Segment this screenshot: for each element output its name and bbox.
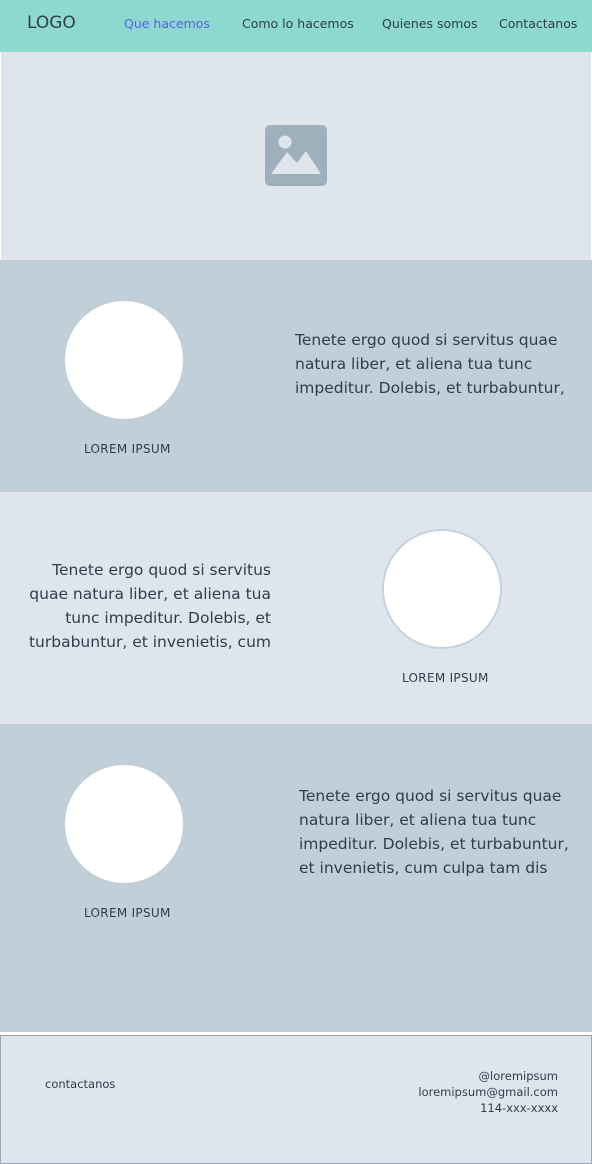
- feature-text: Tenete ergo quod si servitus quae natura…: [295, 331, 565, 397]
- hero-banner: [1, 52, 591, 260]
- footer-contact-label: contactanos: [45, 1077, 116, 1091]
- feature-section-1: LOREM IPSUM Tenete ergo quod si servitus…: [0, 260, 592, 492]
- feature-image-circle: [65, 301, 183, 419]
- top-navbar: LOGO Que hacemos Como lo hacemos Quienes…: [0, 0, 592, 52]
- feature-section-2: Tenete ergo quod si servitus quae natura…: [0, 492, 592, 724]
- nav-link-como-lo-hacemos[interactable]: Como lo hacemos: [242, 16, 354, 31]
- feature-caption: LOREM IPSUM: [402, 671, 489, 685]
- feature-caption: LOREM IPSUM: [84, 906, 171, 920]
- footer-phone[interactable]: 114-xxx-xxxx: [418, 1100, 558, 1116]
- nav-link-que-hacemos[interactable]: Que hacemos: [124, 16, 210, 31]
- nav-link-quienes-somos[interactable]: Quienes somos: [382, 16, 478, 31]
- nav-link-contactanos[interactable]: Contactanos: [499, 16, 577, 31]
- image-placeholder-icon: [265, 125, 327, 186]
- feature-image-circle: [65, 765, 183, 883]
- logo[interactable]: LOGO: [27, 13, 76, 33]
- footer-social-handle[interactable]: @loremipsum: [418, 1068, 558, 1084]
- feature-text: Tenete ergo quod si servitus quae natura…: [28, 561, 271, 651]
- footer-contact-info: @loremipsum loremipsum@gmail.com 114-xxx…: [418, 1068, 558, 1116]
- feature-image-circle: [382, 529, 502, 649]
- footer-email[interactable]: loremipsum@gmail.com: [418, 1084, 558, 1100]
- feature-section-3: LOREM IPSUM Tenete ergo quod si servitus…: [0, 724, 592, 1032]
- feature-caption: LOREM IPSUM: [84, 442, 171, 456]
- footer: contactanos @loremipsum loremipsum@gmail…: [0, 1035, 592, 1164]
- feature-text: Tenete ergo quod si servitus quae natura…: [299, 787, 569, 877]
